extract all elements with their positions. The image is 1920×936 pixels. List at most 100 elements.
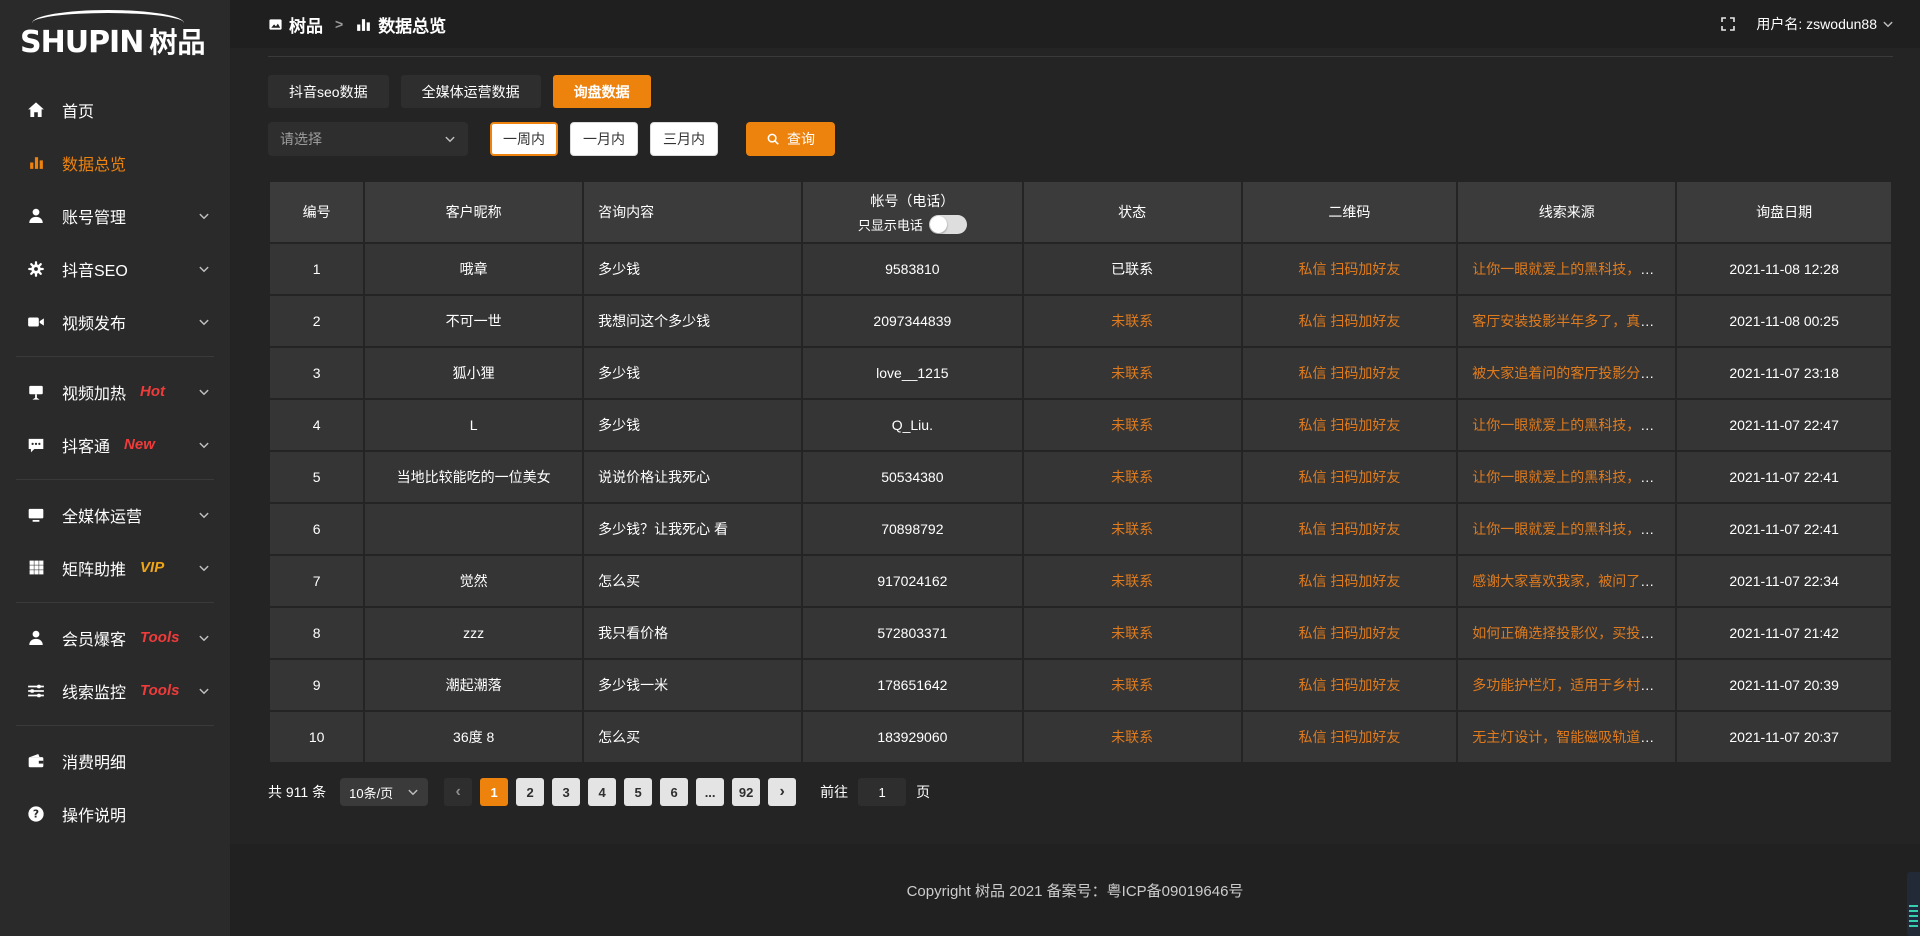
breadcrumb-page[interactable]: 数据总览 [355,12,446,37]
query-button[interactable]: 查询 [746,122,835,156]
page-button-1[interactable]: 1 [480,778,508,806]
svg-text:?: ? [33,807,39,820]
source-link[interactable]: 被大家追着问的客厅投影分享... [1472,365,1666,381]
col-nickname: 客户昵称 [365,182,582,242]
page-button-92[interactable]: 92 [732,778,760,806]
jump-input[interactable] [858,778,906,806]
data-tabs: 抖音seo数据全媒体运营数据询盘数据 [268,75,1893,108]
source-link[interactable]: 客厅安装投影半年多了，真实... [1472,313,1666,329]
qrcode-link[interactable]: 私信 扫码加好友 [1298,469,1400,485]
cell-no: 3 [270,348,363,398]
cell-qrcode: 私信 扫码加好友 [1243,400,1457,450]
sidebar-item-account[interactable]: 账号管理 [0,189,230,242]
source-link[interactable]: 让你一眼就爱上的黑科技，能... [1472,521,1666,537]
breadcrumb-app[interactable]: 树品 [268,12,323,37]
cell-account: 917024162 [803,556,1022,606]
cell-content: 多少钱一米 [584,660,801,710]
chevron-left-icon: ‹ [455,783,460,800]
qrcode-link[interactable]: 私信 扫码加好友 [1298,573,1400,589]
sidebar-item-media-ops[interactable]: 全媒体运营 [0,488,230,541]
filter-select[interactable]: 请选择 [268,122,468,156]
qrcode-link[interactable]: 私信 扫码加好友 [1298,677,1400,693]
fullscreen-icon[interactable] [1720,16,1736,32]
qrcode-link[interactable]: 私信 扫码加好友 [1298,261,1400,277]
page-button-3[interactable]: 3 [552,778,580,806]
sidebar-item-leads-monitor[interactable]: 线索监控Tools [0,664,230,717]
cell-nickname: L [365,400,582,450]
cell-source: 让你一眼就爱上的黑科技，能... [1458,400,1675,450]
brand-name-cn: 树品 [149,21,205,61]
col-date: 询盘日期 [1677,182,1891,242]
filter-select-placeholder: 请选择 [280,129,322,149]
cell-source: 被大家追着问的客厅投影分享... [1458,348,1675,398]
source-link[interactable]: 让你一眼就爱上的黑科技，能... [1472,469,1666,485]
tab-media-ops-data[interactable]: 全媒体运营数据 [401,75,541,108]
user-menu[interactable]: 用户名: zswodun88 [1756,14,1894,34]
qrcode-link[interactable]: 私信 扫码加好友 [1298,417,1400,433]
home-icon [26,100,46,120]
sidebar-item-label: 消费明细 [62,749,126,773]
pagination: 共 911 条 10条/页 ‹ 123456...92 › 前往 页 [268,778,1893,806]
cell-account: love__1215 [803,348,1022,398]
table-row: 1036度 8怎么买183929060未联系私信 扫码加好友无主灯设计，智能磁吸… [270,712,1891,762]
cell-date: 2021-11-07 20:37 [1677,712,1891,762]
sidebar-item-home[interactable]: 首页 [0,83,230,136]
range-button-2[interactable]: 三月内 [650,122,718,156]
page-ellipsis-button[interactable]: ... [696,778,724,806]
filter-bar: 请选择 一周内一月内三月内 查询 [268,122,1893,156]
source-link[interactable]: 感谢大家喜欢我家，被问了好... [1472,573,1666,589]
sidebar-item-label: 全媒体运营 [62,503,142,527]
page-button-2[interactable]: 2 [516,778,544,806]
phone-only-toggle[interactable] [929,215,967,234]
cell-status: 未联系 [1024,712,1241,762]
page-buttons: 123456... 92 [480,778,760,806]
sidebar-item-matrix-boost[interactable]: 矩阵助推VIP [0,541,230,594]
cell-content: 怎么买 [584,556,801,606]
sidebar-item-help[interactable]: ?操作说明 [0,787,230,840]
sidebar-item-expense[interactable]: 消费明细 [0,734,230,787]
qrcode-link[interactable]: 私信 扫码加好友 [1298,625,1400,641]
cell-qrcode: 私信 扫码加好友 [1243,556,1457,606]
qrcode-link[interactable]: 私信 扫码加好友 [1298,313,1400,329]
sidebar-item-douketong[interactable]: 抖客通New [0,418,230,471]
source-link[interactable]: 无主灯设计，智能磁吸轨道灯... [1472,729,1666,745]
cell-status: 未联系 [1024,348,1241,398]
page-button-5[interactable]: 5 [624,778,652,806]
cell-status: 已联系 [1024,244,1241,294]
source-link[interactable]: 让你一眼就爱上的黑科技，能... [1472,417,1666,433]
tab-inquiry-data[interactable]: 询盘数据 [553,75,651,108]
page-size-select[interactable]: 10条/页 [340,778,428,806]
range-button-1[interactable]: 一月内 [570,122,638,156]
source-link[interactable]: 如何正确选择投影仪，买投影... [1472,625,1666,641]
col-source: 线索来源 [1458,182,1675,242]
range-button-0[interactable]: 一周内 [490,122,558,156]
sidebar-item-video-publish[interactable]: 视频发布 [0,295,230,348]
qrcode-link[interactable]: 私信 扫码加好友 [1298,729,1400,745]
cell-no: 8 [270,608,363,658]
sidebar-item-overview[interactable]: 数据总览 [0,136,230,189]
sidebar-divider [16,356,214,357]
cell-account: 70898792 [803,504,1022,554]
sidebar-item-member-burst[interactable]: 会员爆客Tools [0,611,230,664]
sidebar-item-label: 矩阵助推 [62,556,126,580]
header-divider [268,56,1893,57]
next-page-button[interactable]: › [768,778,796,806]
prev-page-button[interactable]: ‹ [444,778,472,806]
qrcode-link[interactable]: 私信 扫码加好友 [1298,365,1400,381]
cell-nickname: zzz [365,608,582,658]
table-row: 7觉然怎么买917024162未联系私信 扫码加好友感谢大家喜欢我家，被问了好.… [270,556,1891,606]
cell-date: 2021-11-07 22:41 [1677,504,1891,554]
cell-account: 50534380 [803,452,1022,502]
source-link[interactable]: 多功能护栏灯，适用于乡村文... [1472,677,1666,693]
page-button-4[interactable]: 4 [588,778,616,806]
source-link[interactable]: 让你一眼就爱上的黑科技，能... [1472,261,1666,277]
sidebar-item-video-heat[interactable]: 视频加热Hot [0,365,230,418]
tab-douyin-seo-data[interactable]: 抖音seo数据 [268,75,389,108]
cell-content: 我想问这个多少钱 [584,296,801,346]
sidebar-item-douyin-seo[interactable]: 抖音SEO [0,242,230,295]
page-button-6[interactable]: 6 [660,778,688,806]
cell-status: 未联系 [1024,608,1241,658]
sidebar-divider [16,479,214,480]
member-icon [26,628,46,648]
qrcode-link[interactable]: 私信 扫码加好友 [1298,521,1400,537]
